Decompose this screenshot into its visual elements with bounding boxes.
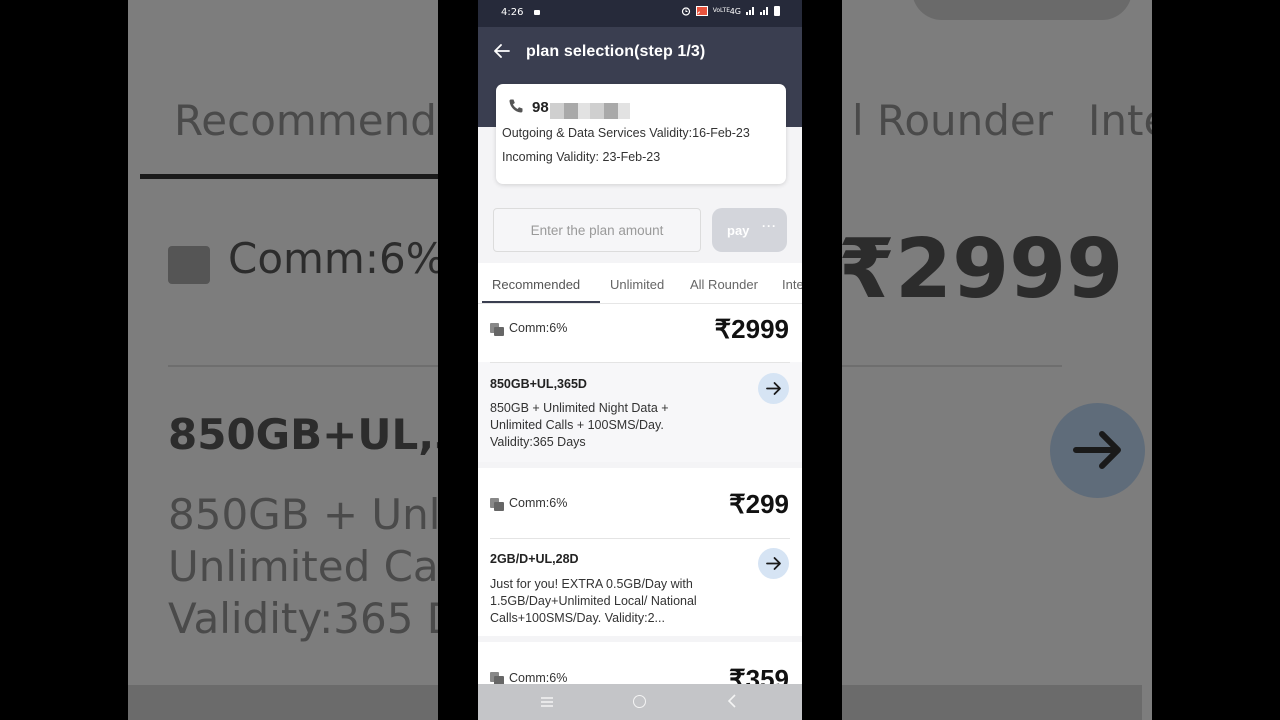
cast-icon xyxy=(695,6,708,16)
tab-all-rounder[interactable]: All Rounder xyxy=(690,277,758,292)
bg-tab-recommended: Recommende xyxy=(174,96,438,145)
loading-dots-icon: ··· xyxy=(762,219,777,233)
bg-separator xyxy=(168,365,438,367)
redacted-number xyxy=(550,103,630,119)
plan-price: ₹2999 xyxy=(714,314,789,344)
outgoing-validity: Outgoing & Data Services Validity:16-Feb… xyxy=(502,126,750,140)
bg-arrow-button xyxy=(1050,403,1145,498)
bg-tab-inte: Inte xyxy=(1088,96,1152,145)
bg-band xyxy=(128,685,438,720)
battery-icon xyxy=(774,6,780,16)
record-icon xyxy=(534,10,540,15)
page-title: plan selection(step 1/3) xyxy=(526,43,706,60)
arrow-right-icon xyxy=(766,557,781,570)
commission-coin-icon xyxy=(490,498,504,511)
recent-apps-icon[interactable] xyxy=(540,696,554,708)
plan-name: 2GB/D+UL,28D xyxy=(490,552,579,566)
plan-tabs: Recommended Unlimited All Rounder Inte xyxy=(478,263,802,304)
home-icon[interactable] xyxy=(633,695,646,708)
commission-label: Comm:6% xyxy=(509,496,568,510)
signal-icon-2 xyxy=(760,7,769,15)
status-time: 4:26 xyxy=(501,7,524,18)
status-icons: VoLTE 4G xyxy=(681,6,780,16)
pay-label: pay xyxy=(727,223,750,238)
background-right: l Rounder Inte ₹2999 xyxy=(842,0,1152,720)
tab-unlimited[interactable]: Unlimited xyxy=(610,277,664,292)
plan-price: ₹359 xyxy=(729,664,789,684)
bg-price: ₹2999 xyxy=(842,222,1124,317)
nav-back-icon[interactable] xyxy=(726,694,738,708)
back-arrow-icon[interactable] xyxy=(492,41,512,61)
card-divider xyxy=(490,362,790,363)
plan-card[interactable]: Comm:6% ₹359 xyxy=(478,642,802,684)
bg-pay-pill xyxy=(912,0,1132,20)
phone-number: 98 xyxy=(532,99,549,116)
plan-description: Just for you! EXTRA 0.5GB/Day with 1.5GB… xyxy=(490,577,697,625)
bg-tab-underline xyxy=(140,174,438,179)
network-label: 4G xyxy=(729,6,741,16)
active-tab-indicator xyxy=(482,301,600,303)
card-divider xyxy=(490,538,790,539)
pay-button[interactable]: pay ··· xyxy=(712,208,787,252)
bg-coin-icon xyxy=(168,246,210,284)
commission-coin-icon xyxy=(490,323,504,336)
commission-coin-icon xyxy=(490,672,504,684)
signal-icon-1 xyxy=(746,7,755,15)
phone-screen: 4:26 VoLTE 4G plan selection(step 1/3) 9… xyxy=(478,0,802,720)
plan-description: 850GB + Unlimited Night Data + Unlimited… xyxy=(490,401,669,449)
arrow-right-icon xyxy=(766,382,781,395)
select-plan-arrow-button[interactable] xyxy=(758,548,789,579)
alarm-icon xyxy=(681,7,690,16)
volte-label: VoLTE xyxy=(712,7,730,14)
bg-plan-name: 850GB+UL,36 xyxy=(168,410,438,459)
bg-separator-right xyxy=(842,365,1062,367)
commission-label: Comm:6% xyxy=(509,671,568,684)
tab-recommended[interactable]: Recommended xyxy=(492,277,580,292)
bg-desc-2: Unlimited Call xyxy=(168,542,438,591)
bg-tab-allrounder: l Rounder xyxy=(852,96,1054,145)
plan-amount-input[interactable] xyxy=(493,208,701,252)
background-left: Recommende Comm:6% 850GB+UL,36 850GB + U… xyxy=(128,0,438,720)
tab-international[interactable]: Inte xyxy=(782,277,802,292)
system-nav-bar xyxy=(478,684,802,720)
bg-comm: Comm:6% xyxy=(228,234,438,283)
bg-desc-3: Validity:365 D xyxy=(168,594,438,643)
plan-price: ₹299 xyxy=(729,489,789,519)
account-info-card: 98 Outgoing & Data Services Validity:16-… xyxy=(496,84,786,184)
plan-card[interactable]: Comm:6% ₹2999 850GB+UL,365D 850GB + Unli… xyxy=(478,304,802,462)
plan-name: 850GB+UL,365D xyxy=(490,377,587,391)
status-bar: 4:26 VoLTE 4G xyxy=(478,0,802,27)
incoming-validity: Incoming Validity: 23-Feb-23 xyxy=(502,150,661,164)
phone-icon xyxy=(509,99,523,113)
plan-card[interactable]: Comm:6% ₹299 2GB/D+UL,28D Just for you! … xyxy=(478,468,802,636)
bg-desc-1: 850GB + Unli xyxy=(168,490,438,539)
commission-label: Comm:6% xyxy=(509,321,568,335)
select-plan-arrow-button[interactable] xyxy=(758,373,789,404)
bg-band-right xyxy=(842,685,1142,720)
